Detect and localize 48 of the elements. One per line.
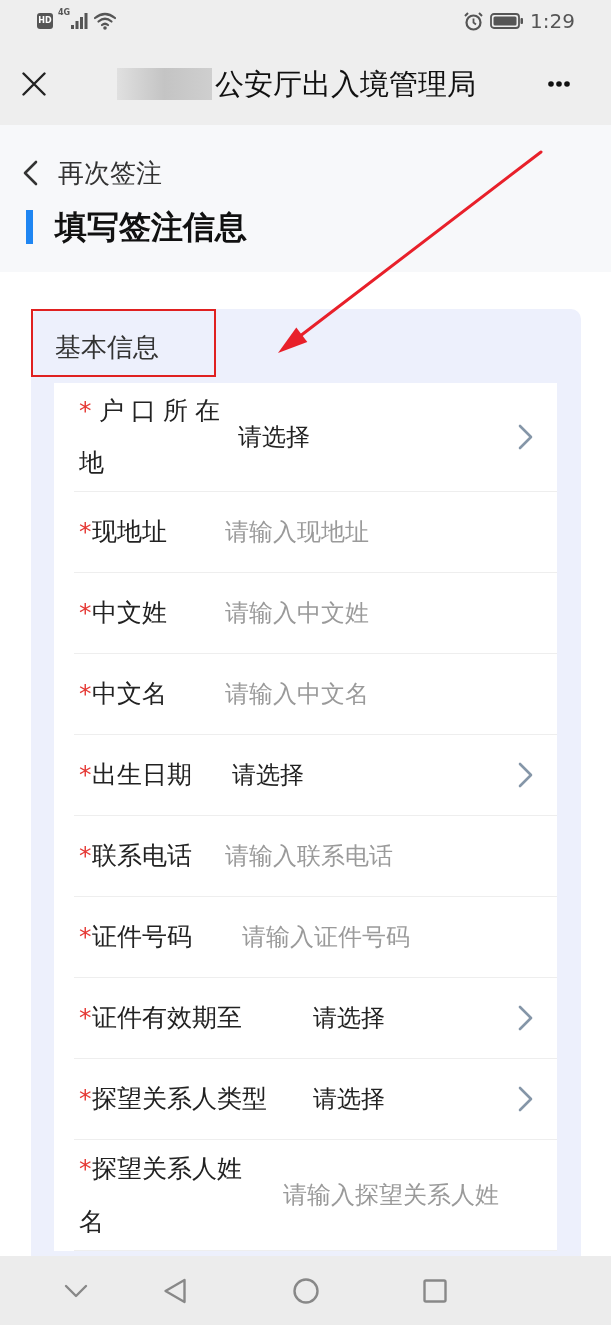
select-field[interactable]: 请选择	[232, 757, 557, 793]
home-button[interactable]	[293, 1277, 319, 1304]
network-type: 4G	[58, 8, 71, 17]
clock-time: 1:29	[530, 9, 575, 33]
circle-home-icon	[293, 1277, 319, 1304]
chevron-down-icon	[64, 1283, 88, 1298]
field-label: *中文名	[79, 678, 167, 711]
chevron-right-icon	[518, 762, 533, 788]
chevron-left-icon	[23, 160, 38, 186]
back-button[interactable]: 再次签注	[23, 153, 162, 193]
triangle-back-icon	[163, 1277, 187, 1304]
close-icon	[22, 71, 46, 96]
close-button[interactable]	[22, 71, 46, 96]
select-field[interactable]: 请选择	[313, 1081, 557, 1117]
field-label: *证件号码	[79, 921, 192, 954]
field-label: *联系电话	[79, 840, 192, 873]
hide-button[interactable]	[64, 1283, 88, 1298]
page-heading: 填写签注信息	[55, 207, 247, 247]
field-label: *探望关系人姓名	[79, 1153, 243, 1238]
back-nav-button[interactable]	[163, 1277, 187, 1304]
input-field[interactable]: 请输入现地址	[225, 512, 533, 552]
chevron-right-icon	[518, 1005, 533, 1031]
input-field[interactable]: 请输入证件号码	[242, 917, 533, 957]
input-field[interactable]: 请输入联系电话	[225, 836, 533, 876]
input-field[interactable]: 请输入中文姓	[225, 593, 533, 633]
signal-icon	[71, 13, 89, 29]
field-label: *户口所在地	[79, 395, 228, 479]
field-label: *证件有效期至	[79, 1002, 242, 1035]
more-icon	[548, 80, 570, 87]
field-label: *中文姓	[79, 597, 167, 630]
recents-button[interactable]	[423, 1278, 447, 1303]
field-label: *现地址	[79, 516, 167, 549]
field-label: *出生日期	[79, 759, 192, 792]
chevron-right-icon	[518, 424, 533, 450]
input-field[interactable]: 请输入探望关系人姓	[283, 1175, 533, 1215]
square-recents-icon	[423, 1278, 447, 1303]
alarm-icon	[464, 11, 484, 31]
hd-indicator: HD	[37, 13, 53, 29]
input-field[interactable]: 请输入中文名	[225, 674, 533, 714]
select-field[interactable]: 请选择	[313, 1000, 557, 1036]
field-label: *探望关系人类型	[79, 1083, 267, 1116]
accent-bar	[26, 210, 33, 244]
chevron-right-icon	[518, 1086, 533, 1112]
wifi-icon	[94, 12, 117, 30]
window-title: 公安厅出入境管理局	[215, 65, 476, 102]
battery-icon	[490, 13, 524, 29]
select-field[interactable]: 请选择	[238, 419, 557, 455]
section-title: 基本信息	[55, 330, 159, 364]
